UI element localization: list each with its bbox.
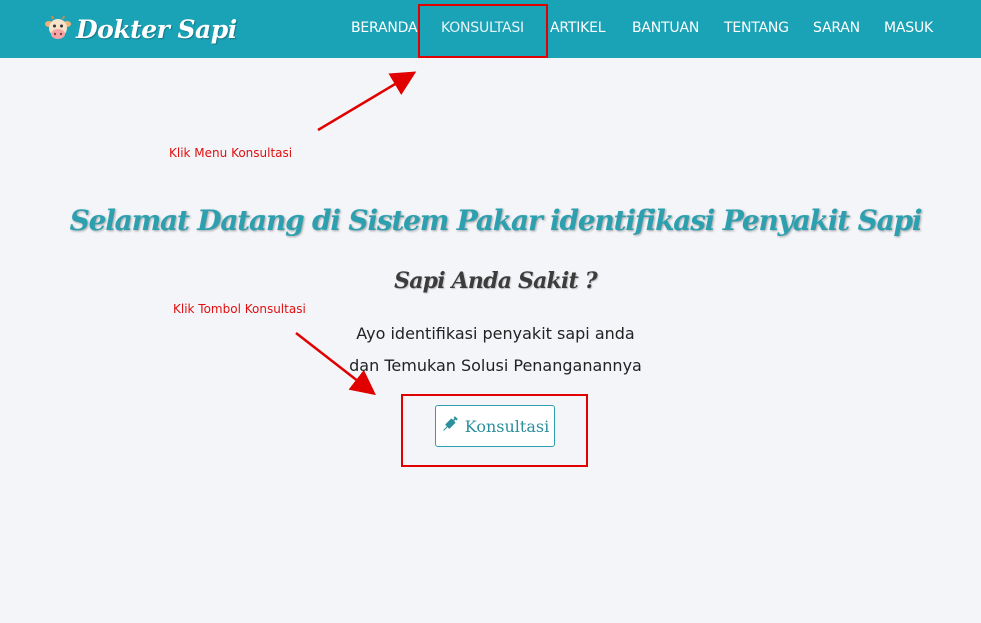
nav-item-beranda[interactable]: BERANDA — [351, 20, 418, 36]
hero-title: Selamat Datang di Sistem Pakar identifik… — [69, 204, 923, 237]
annotation-arrows — [295, 71, 417, 396]
konsultasi-button[interactable]: Konsultasi — [435, 405, 555, 447]
nav-item-saran[interactable]: SARAN — [813, 20, 860, 36]
syringe-icon — [441, 415, 459, 437]
konsultasi-button-label: Konsultasi — [464, 416, 550, 436]
menu-highlight-box — [418, 4, 548, 58]
brand-logo[interactable]: Dokter Sapi — [44, 9, 237, 49]
nav-item-tentang[interactable]: TENTANG — [724, 20, 789, 36]
page: Dokter Sapi BERANDA KONSULTASI ARTIKEL B… — [0, 0, 981, 623]
nav-item-artikel[interactable]: ARTIKEL — [550, 20, 606, 36]
hero-subtitle: Sapi Anda Sakit ? — [394, 268, 598, 294]
arrow-to-menu — [317, 71, 417, 132]
brand-name: Dokter Sapi — [76, 14, 237, 44]
nav-item-bantuan[interactable]: BANTUAN — [632, 20, 699, 36]
cow-face-icon — [44, 15, 72, 43]
nav-item-masuk[interactable]: MASUK — [884, 20, 933, 36]
button-hint-text: Klik Tombol Konsultasi — [173, 302, 306, 316]
hero-line-2: dan Temukan Solusi Penanganannya — [349, 356, 642, 375]
menu-hint-text: Klik Menu Konsultasi — [169, 146, 293, 160]
hero-line-1: Ayo identifikasi penyakit sapi anda — [356, 324, 635, 343]
